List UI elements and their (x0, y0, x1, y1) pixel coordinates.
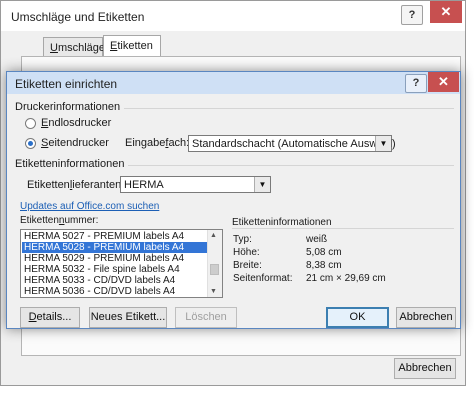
details-text: etails... (36, 311, 72, 323)
bg-title-bar: Umschläge und Etiketten ? ✕ (1, 1, 465, 31)
height-value: 5,08 cm (306, 247, 342, 258)
details-accel: D (28, 311, 37, 323)
scroll-thumb[interactable] (210, 264, 219, 275)
tab-labels[interactable]: Etiketten (103, 35, 161, 57)
info-panel-divider (232, 228, 454, 229)
vendor-label-post: ieferanten: (72, 179, 125, 191)
bg-help-button[interactable]: ? (401, 5, 423, 25)
vendor-select[interactable]: HERMA ▼ (120, 176, 271, 193)
new-label-text: Neues Etikett (90, 311, 157, 323)
feed-select-value: Standardschacht (Automatische Auswahl) (192, 138, 396, 150)
page-printer-radio[interactable] (25, 138, 36, 149)
page-printer-label: Seitendrucker (41, 137, 109, 149)
scroll-up-icon[interactable]: ▲ (210, 232, 217, 239)
details-button[interactable]: Details... (20, 307, 80, 328)
page-format-value: 21 cm × 29,69 cm (306, 273, 386, 284)
label-info-heading: Etiketteninformationen (15, 158, 125, 170)
scroll-down-icon[interactable]: ▼ (210, 288, 217, 295)
product-number-list[interactable]: HERMA 5027 - PREMIUM labels A4 HERMA 502… (20, 229, 223, 298)
cancel-button[interactable]: Abbrechen (396, 307, 456, 328)
vendor-label: Etikettenlieferanten: (27, 179, 124, 191)
vendor-label-pre: Etiketten (27, 179, 70, 191)
tab-labels-label: tiketten (117, 40, 153, 52)
product-number-label: Etikettennummer: (20, 215, 98, 226)
page-text: eitendrucker (48, 137, 109, 149)
label-options-dialog: Etiketten einrichten ? ✕ Druckerinformat… (6, 71, 461, 329)
type-label: Typ: (233, 234, 252, 245)
dialog-title-bar: Etiketten einrichten ? ✕ (7, 72, 460, 94)
help-button[interactable]: ? (405, 74, 427, 93)
close-button[interactable]: ✕ (428, 72, 459, 92)
tab-envelopes-accel: U (50, 42, 58, 54)
page-format-label: Seitenformat: (233, 273, 293, 284)
ok-button[interactable]: OK (326, 307, 389, 328)
feed-label: Eingabefach: (125, 137, 189, 149)
list-item[interactable]: HERMA 5029 - PREMIUM labels A4 (22, 253, 207, 264)
feed-label-post: ach: (168, 137, 190, 149)
list-item[interactable]: HERMA 5033 - CD/DVD labels A4 (22, 275, 207, 286)
tab-envelopes-label: mschläge (57, 42, 106, 54)
type-value: weiß (306, 234, 328, 245)
delete-button[interactable]: Löschen (175, 307, 237, 328)
bg-close-button[interactable]: ✕ (430, 1, 462, 23)
printer-info-heading: Druckerinformationen (15, 101, 121, 113)
continuous-text: ndlosdrucker (48, 117, 112, 129)
continuous-printer-label: Endlosdrucker (41, 117, 111, 129)
chevron-down-icon[interactable]: ▼ (375, 136, 391, 151)
list-scrollbar[interactable]: ▲ ▼ (207, 230, 222, 297)
bg-cancel-button[interactable]: Abbrechen (394, 358, 456, 379)
label-info-divider (128, 165, 454, 166)
info-panel-heading: Etiketteninformationen (232, 217, 332, 228)
number-label-post: ummer: (64, 215, 99, 226)
printer-info-divider (124, 108, 454, 109)
list-item[interactable]: HERMA 5032 - File spine labels A4 (22, 264, 207, 275)
list-item-selected[interactable]: HERMA 5028 - PREMIUM labels A4 (22, 242, 207, 253)
continuous-printer-option[interactable]: Endlosdrucker (25, 117, 145, 131)
vendor-select-value: HERMA (124, 179, 164, 191)
chevron-down-icon[interactable]: ▼ (254, 177, 270, 192)
height-label: Höhe: (233, 247, 260, 258)
bg-dialog-title: Umschläge und Etiketten (11, 10, 145, 24)
feed-select[interactable]: Standardschacht (Automatische Auswahl) ▼ (188, 135, 396, 152)
list-item[interactable]: HERMA 5027 - PREMIUM labels A4 (22, 231, 207, 242)
updates-link[interactable]: Updates auf Office.com suchen (20, 201, 159, 212)
tab-envelopes[interactable]: Umschläge (43, 37, 106, 57)
width-value: 8,38 cm (306, 260, 342, 271)
feed-label-pre: Eingabe (125, 137, 166, 149)
number-label-pre: Etiketten (20, 215, 59, 226)
list-item[interactable]: HERMA 5036 - CD/DVD labels A4 (22, 286, 207, 297)
dialog-title: Etiketten einrichten (15, 77, 118, 91)
new-label-button[interactable]: Neues Etikett... (89, 307, 167, 328)
width-label: Breite: (233, 260, 262, 271)
new-label-ellipsis: ... (156, 311, 166, 323)
continuous-printer-radio[interactable] (25, 118, 36, 129)
